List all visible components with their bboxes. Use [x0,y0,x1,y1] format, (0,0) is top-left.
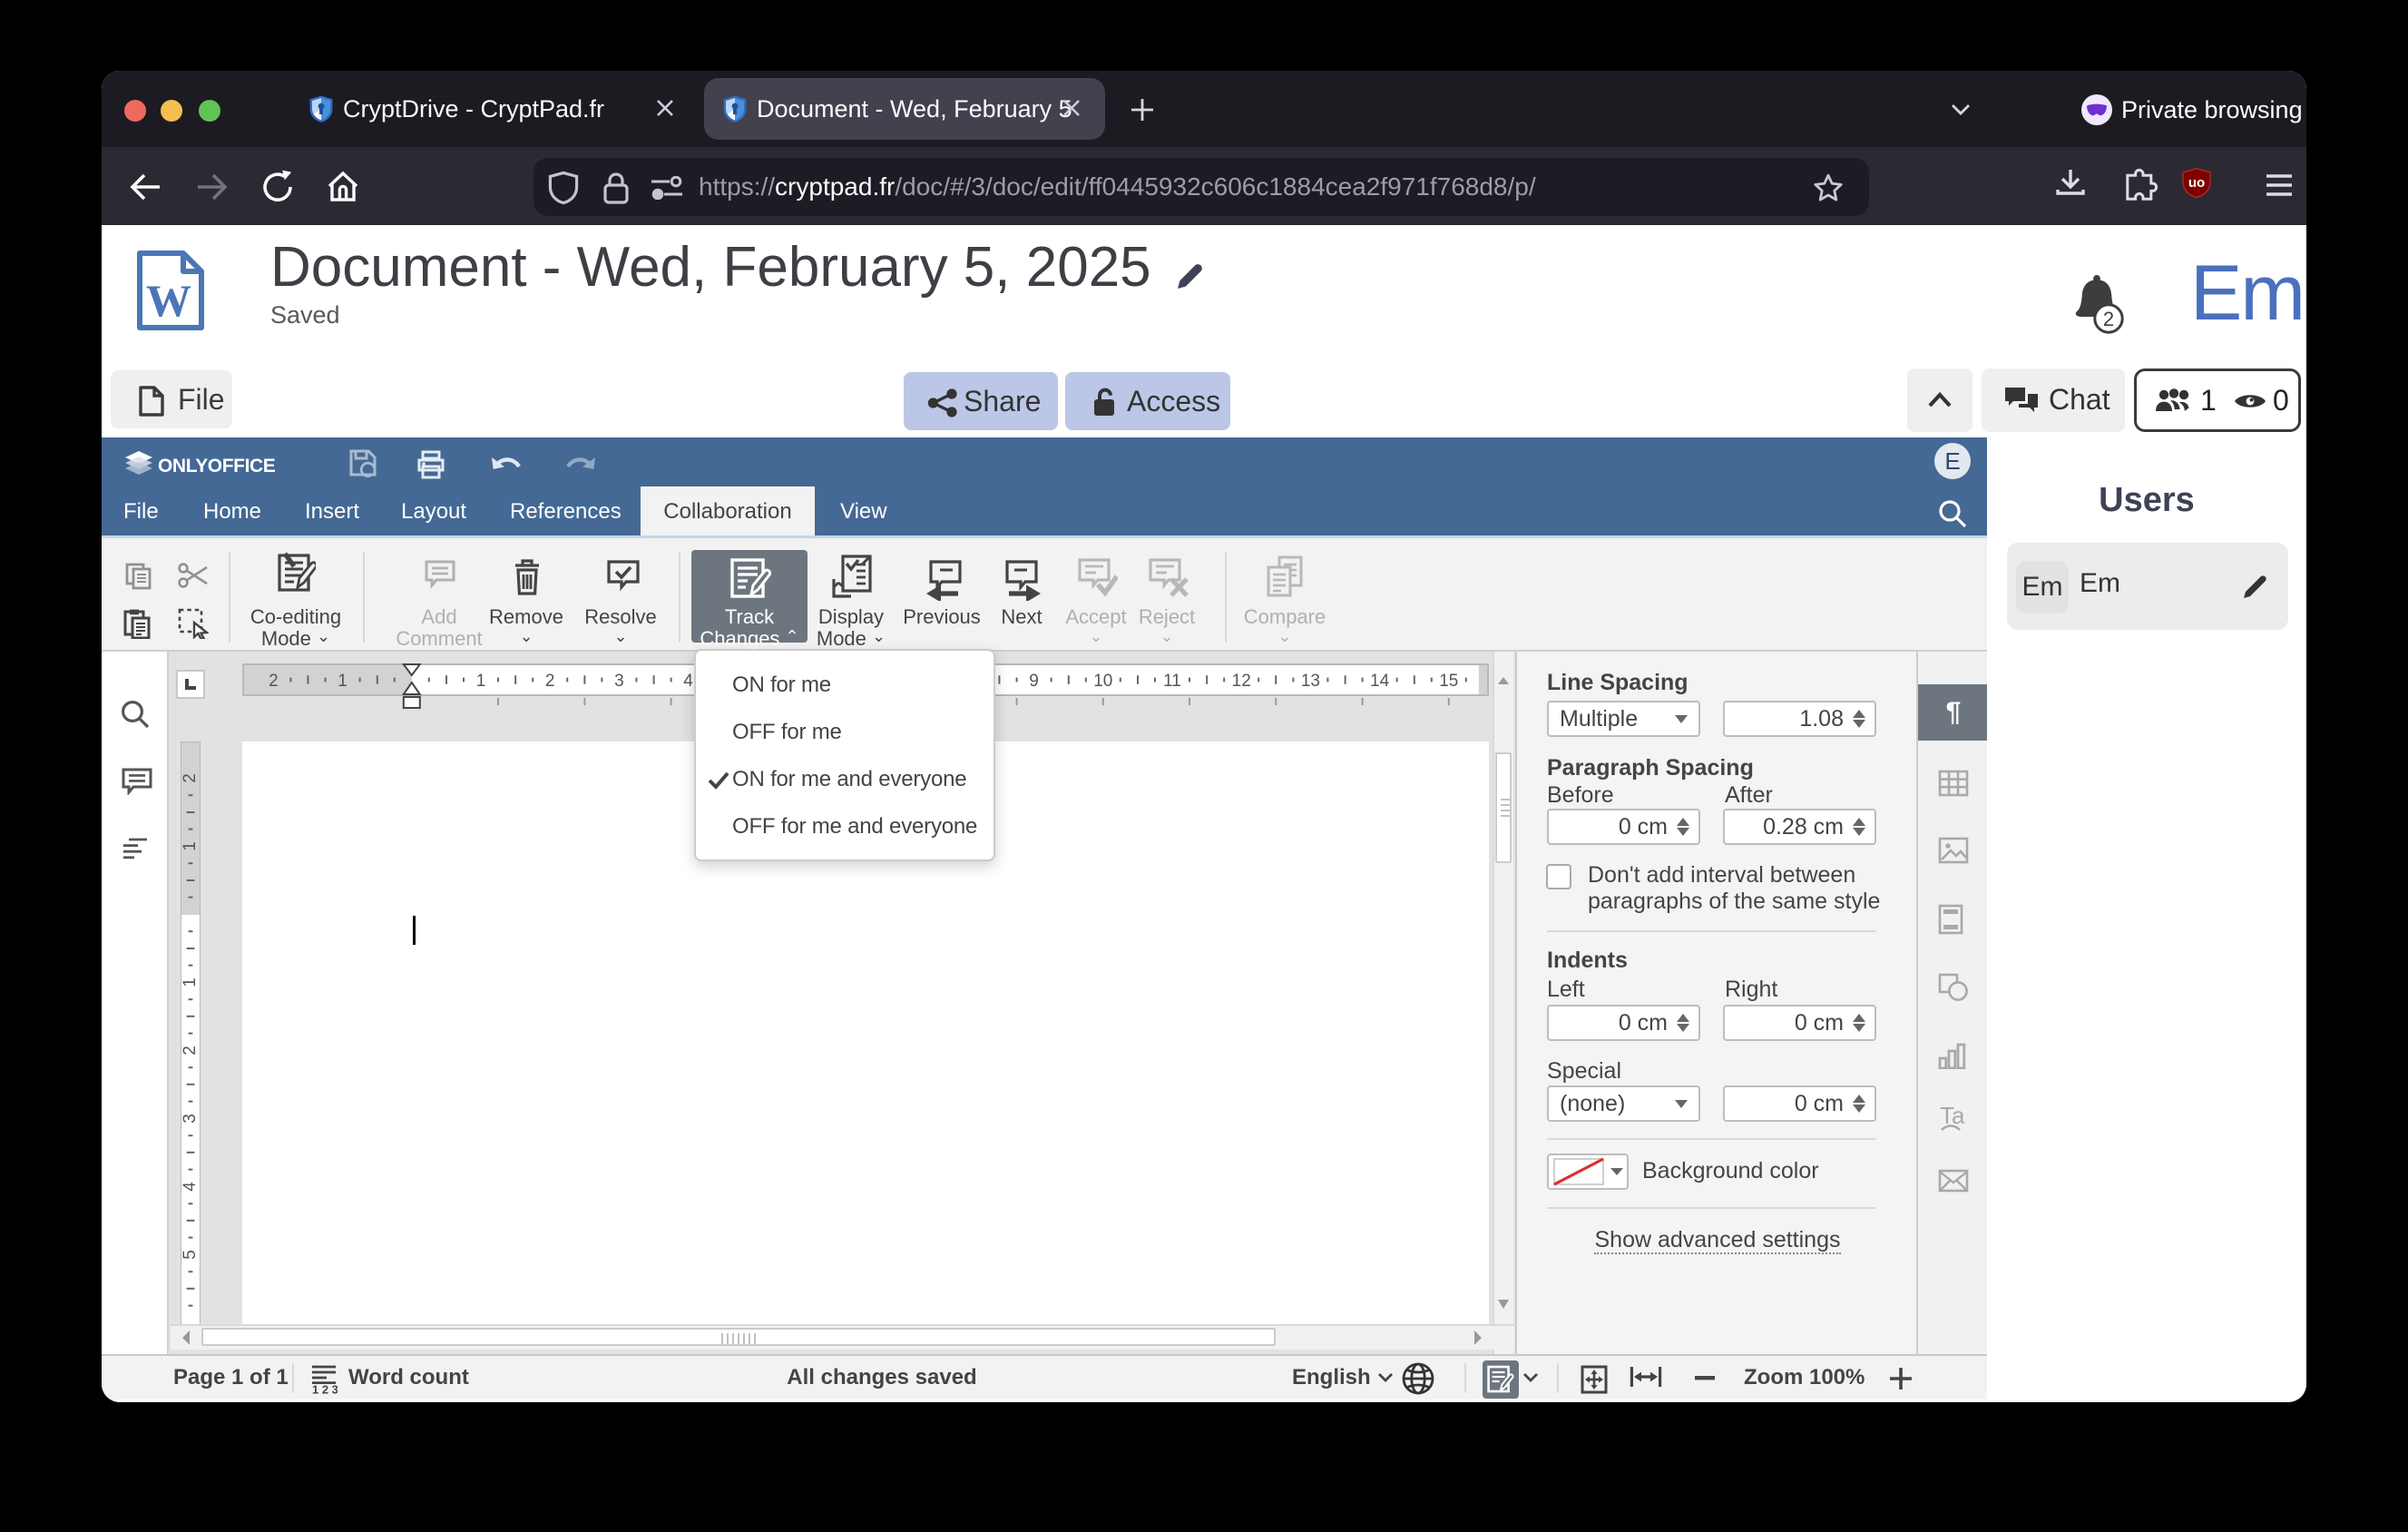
svg-text:1: 1 [181,841,200,851]
svg-text:10: 10 [1093,672,1112,691]
svg-text:5: 5 [181,1250,200,1260]
svg-text:14: 14 [1370,672,1390,691]
svg-text:1: 1 [338,672,347,691]
svg-text:13: 13 [1301,672,1320,691]
svg-text:1: 1 [476,672,486,691]
svg-text:2: 2 [545,672,555,691]
svg-text:4: 4 [683,672,693,691]
svg-text:2: 2 [269,672,279,691]
svg-text:1: 1 [181,977,200,987]
svg-text:15: 15 [1439,672,1458,691]
svg-text:uo: uo [2188,175,2205,191]
svg-text:2: 2 [2103,308,2114,330]
svg-text:2: 2 [181,773,200,783]
svg-text:1 2 3: 1 2 3 [312,1382,338,1394]
svg-text:9: 9 [1029,672,1039,691]
svg-text:12: 12 [1232,672,1251,691]
svg-text:W: W [146,275,191,326]
svg-text:4: 4 [181,1182,200,1192]
svg-text:3: 3 [181,1114,200,1124]
svg-text:2: 2 [181,1046,200,1056]
svg-text:11: 11 [1163,672,1181,691]
svg-text:3: 3 [614,672,624,691]
